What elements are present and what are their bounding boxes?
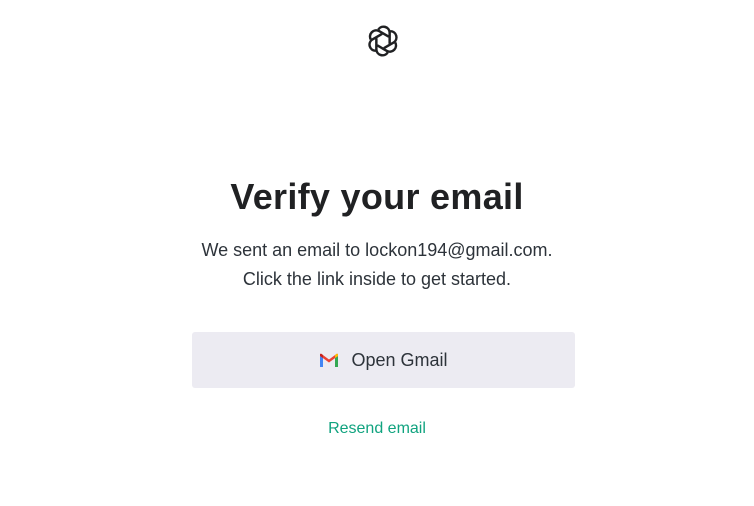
gmail-icon bbox=[319, 353, 339, 368]
page-title: Verify your email bbox=[230, 176, 524, 217]
open-gmail-label: Open Gmail bbox=[351, 349, 448, 370]
verification-message: We sent an email to lockon194@gmail.com.… bbox=[0, 236, 754, 294]
resend-email-link[interactable]: Resend email bbox=[328, 420, 426, 437]
resend-container: Resend email bbox=[0, 420, 754, 438]
message-line-email: We sent an email to lockon194@gmail.com. bbox=[201, 240, 553, 260]
open-gmail-button[interactable]: Open Gmail bbox=[192, 332, 575, 388]
message-line-instructions: Click the link inside to get started. bbox=[242, 269, 512, 289]
openai-logo-icon bbox=[364, 22, 402, 60]
